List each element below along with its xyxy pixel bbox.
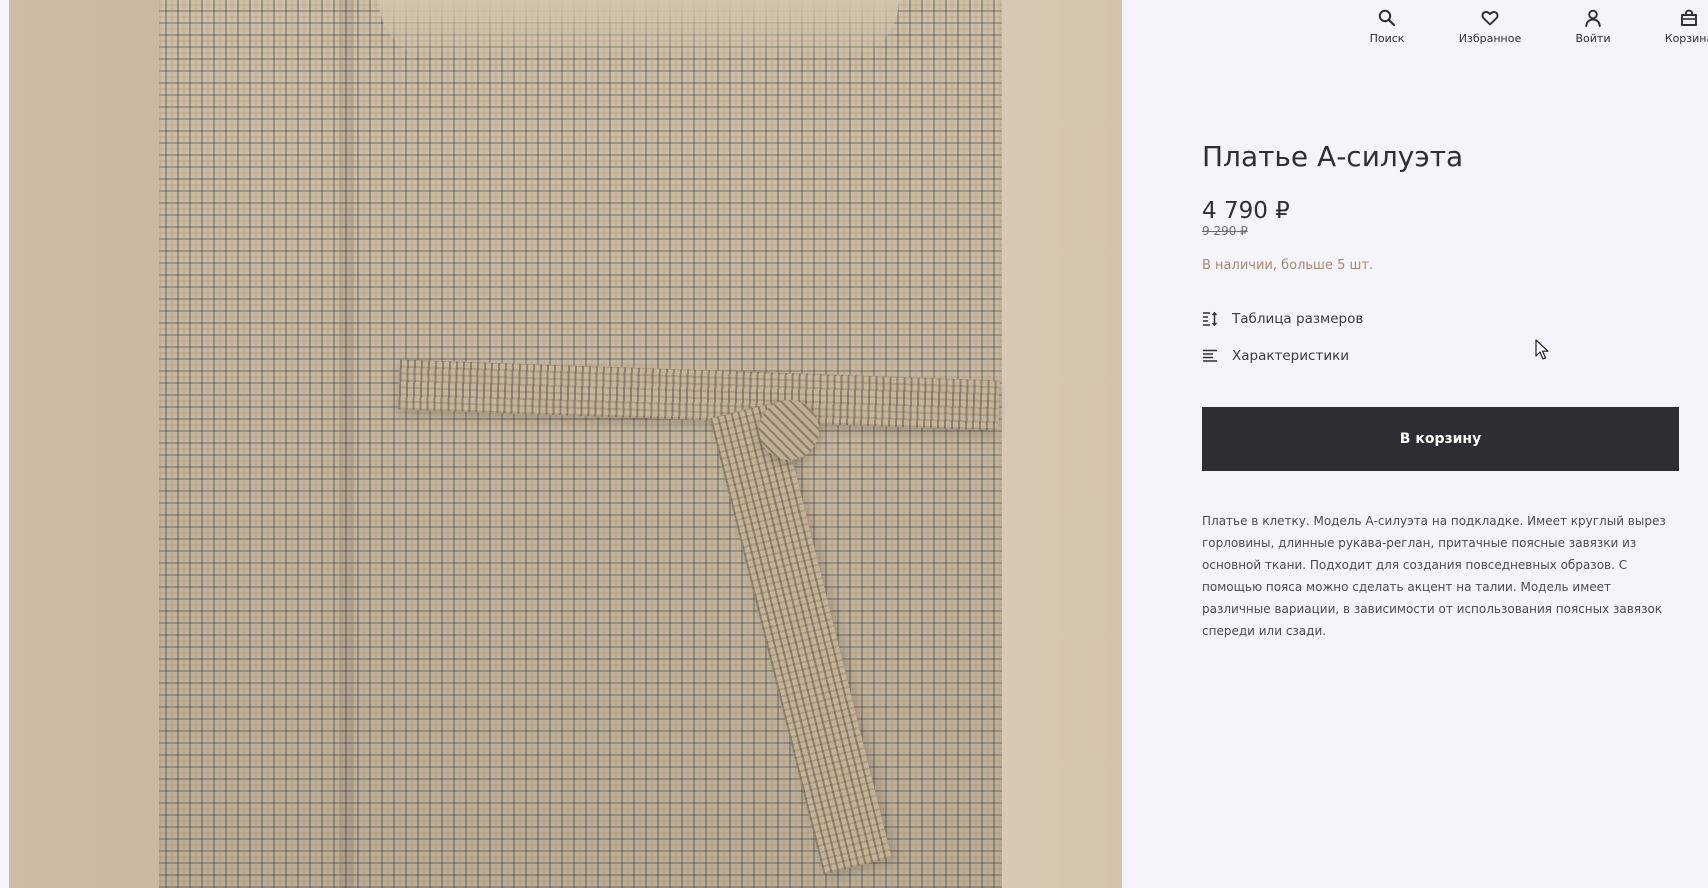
product-photo[interactable] xyxy=(9,0,1122,888)
specs-link[interactable]: Характеристики xyxy=(1202,348,1349,364)
add-to-cart-button[interactable]: В корзину xyxy=(1202,407,1679,471)
ruler-icon xyxy=(1203,311,1218,327)
product-page: Поиск Избранное Войти Корзина 0 xyxy=(0,0,1708,888)
nav-cart-label: Корзина xyxy=(1664,32,1708,45)
list-icon xyxy=(1203,349,1217,362)
photo-shading xyxy=(9,0,1122,888)
user-icon xyxy=(1585,9,1601,27)
heart-icon xyxy=(1481,11,1499,26)
mouse-pointer-icon xyxy=(1535,339,1549,360)
size-table-label: Таблица размеров xyxy=(1232,311,1364,327)
product-old-price: 9 290 ₽ xyxy=(1202,224,1248,238)
nav-search[interactable]: Поиск xyxy=(1342,8,1432,45)
nav-favorites[interactable]: Избранное xyxy=(1445,8,1535,45)
stock-status: В наличии, больше 5 шт. xyxy=(1202,258,1374,273)
nav-favorites-label: Избранное xyxy=(1458,32,1522,45)
nav-login[interactable]: Войти xyxy=(1548,8,1638,45)
nav-cart[interactable]: Корзина 0 xyxy=(1644,8,1708,45)
search-icon xyxy=(1378,9,1396,27)
nav-search-label: Поиск xyxy=(1369,32,1405,45)
product-description: Платье в клетку. Модель А-силуэта на под… xyxy=(1202,514,1666,638)
specs-label: Характеристики xyxy=(1232,348,1350,364)
photo-belt-knot xyxy=(759,400,819,460)
product-title: Платье А-силуэта xyxy=(1202,140,1464,173)
nav-login-label: Войти xyxy=(1575,32,1611,45)
size-table-link[interactable]: Таблица размеров xyxy=(1202,311,1363,327)
shopping-bag-icon xyxy=(1681,9,1697,26)
product-price: 4 790 ₽ xyxy=(1202,198,1290,224)
